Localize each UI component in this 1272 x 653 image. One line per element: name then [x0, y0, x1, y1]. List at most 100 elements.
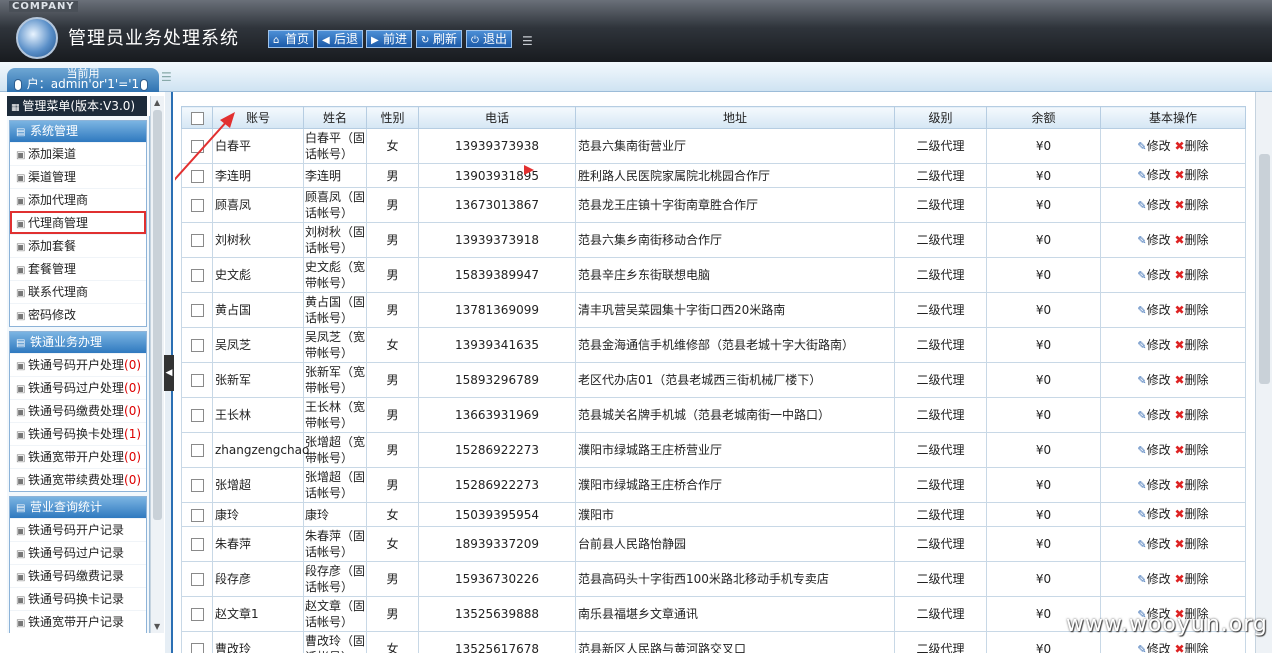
main-scrollbar[interactable] — [1255, 92, 1272, 653]
delete-button[interactable]: ✖删除 — [1174, 303, 1208, 317]
delete-button[interactable]: ✖删除 — [1174, 233, 1208, 247]
edit-button[interactable]: ✎修改 — [1137, 642, 1170, 653]
edit-button[interactable]: ✎修改 — [1137, 233, 1170, 247]
menu-group-title[interactable]: ▤ 营业查询统计 — [10, 497, 146, 518]
row-select-cell — [181, 397, 213, 433]
doc-icon: ▣ — [16, 595, 26, 606]
header-balance[interactable]: 余额 — [986, 106, 1101, 129]
header-level[interactable]: 级别 — [894, 106, 987, 129]
delete-button[interactable]: ✖删除 — [1174, 139, 1208, 153]
row-checkbox[interactable] — [190, 339, 204, 352]
edit-button[interactable]: ✎修改 — [1137, 478, 1170, 492]
sidebar-item-open-number[interactable]: ▣ 铁通号码开户处理(0) — [10, 353, 146, 376]
sidebar-item-transfer-record[interactable]: ▣ 铁通号码过户记录 — [10, 541, 146, 564]
pencil-icon: ✎ — [1137, 537, 1147, 551]
delete-button[interactable]: ✖删除 — [1174, 168, 1208, 182]
sidebar-item-open-record[interactable]: ▣ 铁通号码开户记录 — [10, 518, 146, 541]
edit-button[interactable]: ✎修改 — [1137, 408, 1170, 422]
edit-button[interactable]: ✎修改 — [1137, 268, 1170, 282]
delete-button[interactable]: ✖删除 — [1174, 507, 1208, 521]
sidebar-item-add-agent[interactable]: ▣ 添加代理商 — [10, 188, 146, 211]
edit-button[interactable]: ✎修改 — [1137, 507, 1170, 521]
delete-button[interactable]: ✖删除 — [1174, 478, 1208, 492]
delete-button[interactable]: ✖删除 — [1174, 268, 1208, 282]
forward-button[interactable]: ▶ 前进 — [366, 30, 413, 48]
cell-level: 二级代理 — [894, 327, 987, 363]
header-address[interactable]: 地址 — [575, 106, 895, 129]
delete-x-icon: ✖ — [1174, 302, 1185, 317]
edit-button[interactable]: ✎修改 — [1137, 168, 1170, 182]
row-checkbox[interactable] — [190, 643, 204, 653]
row-checkbox[interactable] — [190, 608, 204, 621]
header-gender[interactable]: 性别 — [366, 106, 419, 129]
row-select-cell — [181, 362, 213, 398]
delete-button[interactable]: ✖删除 — [1174, 338, 1208, 352]
edit-button[interactable]: ✎修改 — [1137, 572, 1170, 586]
delete-button[interactable]: ✖删除 — [1174, 198, 1208, 212]
edit-button[interactable]: ✎修改 — [1137, 537, 1170, 551]
row-checkbox[interactable] — [190, 304, 204, 317]
menu-group-title[interactable]: ▤ 铁通业务办理 — [10, 332, 146, 353]
sidebar-item-renew-broadband[interactable]: ▣ 铁通宽带续费处理(0) — [10, 468, 146, 491]
sidebar-item-swap-card[interactable]: ▣ 铁通号码换卡处理(1) — [10, 422, 146, 445]
cell-balance: ¥0 — [986, 561, 1101, 597]
sidebar-item-password[interactable]: ▣ 密码修改 — [10, 303, 146, 326]
cell-level: 二级代理 — [894, 631, 987, 653]
pencil-icon: ✎ — [1137, 338, 1147, 352]
edit-button[interactable]: ✎修改 — [1137, 139, 1170, 153]
delete-button[interactable]: ✖删除 — [1174, 537, 1208, 551]
sidebar-item-swap-record[interactable]: ▣ 铁通号码换卡记录 — [10, 587, 146, 610]
sidebar-item-transfer-number[interactable]: ▣ 铁通号码过户处理(0) — [10, 376, 146, 399]
cell-gender: 男 — [366, 467, 419, 503]
row-checkbox[interactable] — [190, 409, 204, 422]
back-button[interactable]: ◀ 后退 — [317, 30, 364, 48]
sidebar-item-agent-manage[interactable]: ▣ 代理商管理 — [10, 211, 146, 234]
logout-button[interactable]: ⏻ 退出 — [466, 30, 513, 48]
edit-button[interactable]: ✎修改 — [1137, 443, 1170, 457]
edit-button[interactable]: ✎修改 — [1137, 338, 1170, 352]
sidebar-item-broadband-record[interactable]: ▣ 铁通宽带开户记录 — [10, 610, 146, 633]
row-checkbox[interactable] — [190, 234, 204, 247]
delete-button[interactable]: ✖删除 — [1174, 373, 1208, 387]
delete-button[interactable]: ✖删除 — [1174, 408, 1208, 422]
edit-button[interactable]: ✎修改 — [1137, 373, 1170, 387]
scroll-thumb[interactable] — [153, 110, 162, 520]
doc-icon: ▣ — [16, 407, 26, 418]
sidebar-item-package-manage[interactable]: ▣ 套餐管理 — [10, 257, 146, 280]
sidebar-scrollbar[interactable]: ▲ ▼ — [150, 96, 164, 633]
row-checkbox[interactable] — [190, 269, 204, 282]
sidebar-item-pay-number[interactable]: ▣ 铁通号码缴费处理(0) — [10, 399, 146, 422]
delete-button[interactable]: ✖删除 — [1174, 443, 1208, 457]
row-checkbox[interactable] — [190, 374, 204, 387]
row-checkbox[interactable] — [190, 573, 204, 586]
delete-button[interactable]: ✖删除 — [1174, 572, 1208, 586]
scroll-thumb[interactable] — [1259, 154, 1270, 384]
home-button[interactable]: ⌂ 首页 — [268, 30, 315, 48]
sidebar-item-add-channel[interactable]: ▣ 添加渠道 — [10, 142, 146, 165]
delete-x-icon: ✖ — [1174, 337, 1185, 352]
sidebar-item-add-package[interactable]: ▣ 添加套餐 — [10, 234, 146, 257]
cell-account: 赵文章1 — [212, 596, 304, 632]
sidebar-item-pay-record[interactable]: ▣ 铁通号码缴费记录 — [10, 564, 146, 587]
collapse-sidebar-icon[interactable]: ◀ — [164, 355, 174, 391]
row-checkbox[interactable] — [190, 538, 204, 551]
delete-x-icon: ✖ — [1174, 138, 1185, 153]
row-checkbox[interactable] — [190, 508, 204, 522]
header-name[interactable]: 姓名 — [303, 106, 367, 129]
menu-group-title[interactable]: ▤ 系统管理 — [10, 121, 146, 142]
delete-button[interactable]: ✖删除 — [1174, 642, 1208, 653]
sidebar-item-contact-agent[interactable]: ▣ 联系代理商 — [10, 280, 146, 303]
row-checkbox[interactable] — [190, 444, 204, 457]
refresh-button[interactable]: ↻ 刷新 — [416, 30, 463, 48]
sidebar-item-open-broadband[interactable]: ▣ 铁通宽带开户处理(0) — [10, 445, 146, 468]
header-phone[interactable]: 电话 — [418, 106, 576, 129]
sidebar-item-channel-manage[interactable]: ▣ 渠道管理 — [10, 165, 146, 188]
cell-gender: 女 — [366, 526, 419, 562]
edit-button[interactable]: ✎修改 — [1137, 198, 1170, 212]
edit-button[interactable]: ✎修改 — [1137, 303, 1170, 317]
table-row: 李连明 李连明男 13903931895 胜利路人民医院家属院北桃园合作厅 二级代理 ¥0… — [181, 163, 1246, 188]
row-checkbox[interactable] — [190, 479, 204, 492]
scroll-down-icon[interactable]: ▼ — [154, 622, 160, 631]
annotation-arrow — [175, 112, 235, 181]
scroll-up-icon[interactable]: ▲ — [154, 98, 160, 107]
